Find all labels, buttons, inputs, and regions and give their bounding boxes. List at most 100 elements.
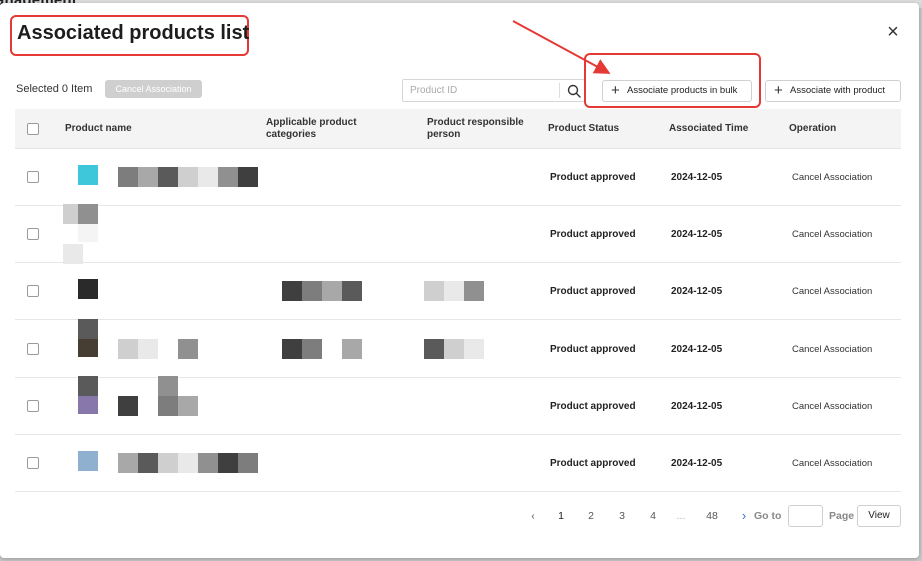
page-ellipsis: ... — [676, 510, 686, 522]
redacted-block — [198, 453, 218, 473]
table-row[interactable]: Product approved 2024-12-05 Cancel Associa… — [15, 263, 901, 321]
product-id-search — [402, 79, 585, 102]
redacted-block — [238, 453, 258, 473]
prev-page-icon[interactable]: ‹ — [522, 505, 544, 527]
redacted-block — [218, 167, 238, 187]
associate-in-bulk-button[interactable]: + Associate products in bulk — [602, 80, 752, 102]
view-button[interactable]: View — [857, 505, 901, 527]
row-checkbox[interactable] — [27, 285, 39, 298]
redacted-block — [158, 167, 178, 187]
close-icon[interactable]: × — [884, 22, 902, 42]
header-categories: Applicable product categories — [266, 117, 357, 140]
header-status: Product Status — [548, 123, 620, 134]
associate-in-bulk-label: Associate products in bulk — [627, 85, 738, 96]
redacted-block — [218, 453, 238, 473]
cancel-association-button[interactable]: Cancel Association — [105, 80, 202, 98]
table-header: Product name Applicable product categori… — [15, 109, 901, 149]
product-status: Product approved — [550, 286, 636, 298]
redacted-block — [158, 375, 178, 396]
dialog-title: Associated products list — [17, 22, 250, 44]
page-2[interactable]: 2 — [580, 505, 602, 527]
redacted-block — [322, 281, 342, 302]
cancel-association-link[interactable]: Cancel Association — [792, 435, 892, 492]
redacted-block — [178, 395, 198, 416]
selected-count: Selected 0 Item — [16, 83, 93, 95]
redacted-block — [424, 338, 444, 359]
table-row[interactable]: Product approved 2024-12-05 Cancel Associa… — [15, 204, 901, 265]
redacted-block — [424, 281, 444, 302]
redacted-block — [238, 167, 258, 187]
associated-time: 2024-12-05 — [671, 229, 723, 241]
redacted-block — [178, 453, 198, 473]
redacted-block — [198, 167, 218, 187]
page-3[interactable]: 3 — [611, 505, 633, 527]
search-icon[interactable] — [566, 83, 582, 99]
redacted-block — [444, 281, 464, 302]
redacted-block — [118, 453, 138, 473]
goto-page-input[interactable] — [788, 505, 823, 527]
redacted-block — [302, 338, 322, 359]
row-checkbox[interactable] — [27, 228, 39, 241]
product-status: Product approved — [550, 343, 636, 355]
table-row[interactable]: Product approved 2024-12-05 Cancel Associa… — [15, 375, 901, 435]
product-status: Product approved — [550, 400, 636, 412]
redacted-block — [138, 167, 158, 187]
product-thumbnail — [78, 222, 98, 243]
redacted-block — [138, 453, 158, 473]
next-page-icon[interactable]: › — [733, 505, 755, 527]
product-thumbnail — [78, 165, 98, 185]
product-thumbnail — [78, 393, 98, 414]
cancel-association-link[interactable]: Cancel Association — [792, 321, 892, 378]
redacted-block — [63, 244, 83, 265]
goto-label: Go to — [754, 510, 782, 522]
redacted-block — [158, 453, 178, 473]
redacted-block — [464, 281, 484, 302]
associated-time: 2024-12-05 — [671, 286, 723, 298]
redacted-block — [118, 167, 138, 187]
associated-time: 2024-12-05 — [671, 458, 723, 469]
redacted-block — [282, 338, 302, 359]
associate-with-product-button[interactable]: + Associate with product — [765, 80, 901, 102]
redacted-block — [118, 338, 138, 359]
redacted-block — [78, 204, 98, 225]
product-thumbnail — [78, 336, 98, 357]
product-status: Product approved — [550, 172, 636, 183]
cancel-association-link[interactable]: Cancel Association — [792, 206, 892, 263]
search-divider — [559, 83, 560, 98]
redacted-block — [178, 338, 198, 359]
redacted-block — [118, 395, 138, 416]
select-all-checkbox[interactable] — [27, 123, 39, 135]
header-time: Associated Time — [669, 123, 749, 134]
table-row[interactable]: Product approved 2024-12-05 Cancel Associa… — [15, 318, 901, 378]
associate-with-product-label: Associate with product — [790, 85, 886, 96]
page-4[interactable]: 4 — [642, 505, 664, 527]
product-id-input[interactable] — [403, 80, 557, 101]
associated-time: 2024-12-05 — [671, 343, 723, 355]
row-checkbox[interactable] — [27, 171, 39, 183]
product-status: Product approved — [550, 229, 636, 241]
row-checkbox[interactable] — [27, 399, 39, 412]
associated-time: 2024-12-05 — [671, 172, 723, 183]
redacted-block — [342, 338, 362, 359]
redacted-block — [444, 338, 464, 359]
header-operation: Operation — [789, 123, 837, 134]
redacted-block — [464, 338, 484, 359]
redacted-block — [282, 281, 302, 302]
header-product-name: Product name — [65, 123, 132, 134]
plus-icon: + — [774, 82, 783, 99]
row-checkbox[interactable] — [27, 342, 39, 355]
cancel-association-link[interactable]: Cancel Association — [792, 263, 892, 320]
associated-time: 2024-12-05 — [671, 400, 723, 412]
cancel-association-link[interactable]: Cancel Association — [792, 149, 892, 206]
table-row[interactable]: Product approved 2024-12-05 Cancel Associa… — [15, 149, 901, 206]
product-thumbnail — [78, 451, 98, 471]
table-row[interactable]: Product approved 2024-12-05 Cancel Associa… — [15, 435, 901, 492]
redacted-block — [302, 281, 322, 302]
cancel-association-link[interactable]: Cancel Association — [792, 378, 892, 435]
header-responsible: Product responsible person — [427, 117, 524, 140]
page-1[interactable]: 1 — [550, 505, 572, 527]
redacted-block — [342, 281, 362, 302]
redacted-block — [138, 338, 158, 359]
row-checkbox[interactable] — [27, 457, 39, 469]
page-48[interactable]: 48 — [701, 505, 723, 527]
